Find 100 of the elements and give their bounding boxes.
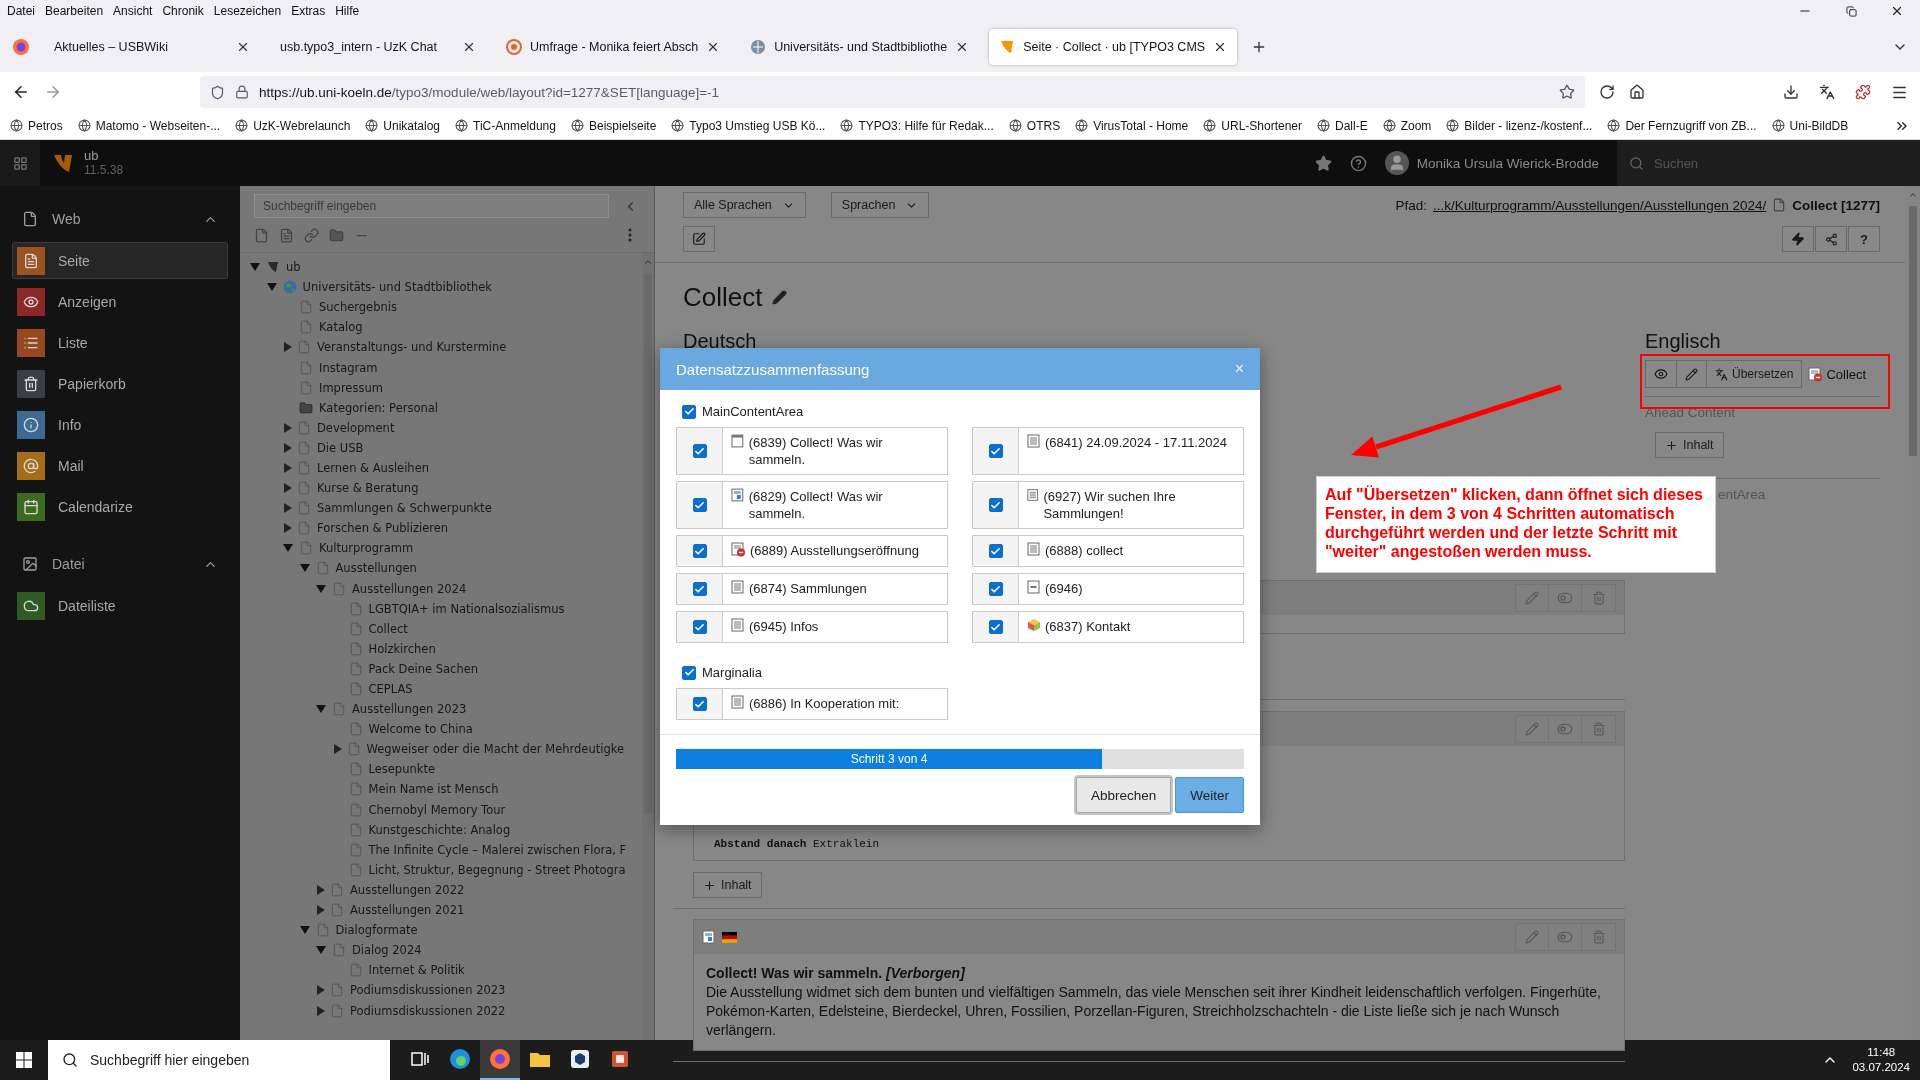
languages-dropdown[interactable]: Sprachen bbox=[830, 192, 930, 218]
app-grid-button[interactable] bbox=[0, 140, 40, 186]
tree-item[interactable]: Dialogformate bbox=[335, 923, 418, 938]
clear-cache-button[interactable] bbox=[1782, 226, 1814, 252]
home-icon[interactable] bbox=[1629, 84, 1645, 100]
tree-item[interactable]: LGBTQIA+ im Nationalsozialismus bbox=[368, 601, 565, 616]
module-item[interactable]: Calendarize bbox=[12, 488, 228, 525]
bookmark[interactable]: Bilder - lizenz-/kostenf... bbox=[1446, 118, 1593, 133]
avatar[interactable] bbox=[1384, 151, 1409, 175]
bookmark[interactable]: Matomo - Webseiten-... bbox=[77, 118, 221, 133]
collapse-toggle[interactable] bbox=[283, 544, 293, 553]
browser-logo-icon[interactable] bbox=[12, 38, 30, 56]
checkbox[interactable] bbox=[988, 544, 1003, 558]
checkbox[interactable] bbox=[692, 620, 707, 634]
bookmark[interactable]: TiC-Anmeldung bbox=[455, 118, 556, 133]
tree-item[interactable]: Ausstellungen 2024 bbox=[352, 581, 467, 596]
tree-item[interactable]: CEPLAS bbox=[368, 682, 413, 696]
tree-item[interactable]: Ausstellungen 2023 bbox=[352, 702, 467, 717]
new-page-icon[interactable] bbox=[254, 227, 269, 243]
bookmark[interactable]: Unikatalog bbox=[365, 118, 441, 133]
collapse-toggle[interactable] bbox=[299, 564, 310, 573]
tab-close-button[interactable] bbox=[236, 40, 250, 54]
back-icon[interactable] bbox=[12, 83, 30, 101]
tree-item[interactable]: Development bbox=[317, 420, 395, 435]
bookmark[interactable]: VirusTotal - Home bbox=[1075, 118, 1189, 133]
menu-item[interactable]: Hilfe bbox=[330, 4, 365, 18]
tree-item[interactable]: Veranstaltungs- und Kurstermine bbox=[317, 340, 507, 355]
browser-tab[interactable]: Universitäts- und Stadtbibliothe bbox=[740, 29, 980, 65]
extension-icon[interactable] bbox=[1855, 84, 1871, 100]
browser-tab[interactable]: Aktuelles – USBWiki bbox=[44, 29, 260, 65]
share-button[interactable] bbox=[1815, 226, 1847, 252]
checkbox[interactable] bbox=[692, 544, 707, 558]
tree-item[interactable]: Podiumsdiskussionen 2023 bbox=[350, 983, 506, 998]
tree-item[interactable]: Impressum bbox=[319, 380, 383, 395]
expand-toggle[interactable] bbox=[284, 523, 292, 534]
bookmark[interactable]: UzK-Webrelaunch bbox=[235, 118, 351, 133]
bookmark[interactable]: Petros bbox=[10, 118, 63, 133]
expand-toggle[interactable] bbox=[284, 483, 292, 494]
translate-icon[interactable] bbox=[1819, 84, 1835, 100]
tree-item[interactable]: Dialog 2024 bbox=[352, 943, 422, 958]
breadcrumb-link[interactable]: ...k/Kulturprogramm/Ausstellungen/Ausstellungen 2024/ bbox=[1433, 197, 1767, 213]
expand-toggle[interactable] bbox=[284, 463, 292, 473]
help-icon[interactable] bbox=[1349, 154, 1367, 172]
bookmark-star-icon[interactable] bbox=[1559, 84, 1575, 100]
module-item[interactable]: Anzeigen bbox=[12, 283, 228, 320]
tree-item[interactable]: Ausstellungen 2022 bbox=[350, 882, 465, 897]
expand-toggle[interactable] bbox=[317, 1005, 325, 1016]
tab-close-button[interactable] bbox=[462, 40, 476, 54]
checkbox[interactable] bbox=[988, 498, 1003, 512]
menu-item[interactable]: Datei bbox=[2, 4, 40, 18]
tree-item[interactable]: Kategorien: Personal bbox=[319, 400, 438, 415]
checkbox[interactable] bbox=[692, 444, 707, 458]
tree-item[interactable]: Kulturprogramm bbox=[319, 541, 414, 556]
tree-item[interactable]: Die USB bbox=[317, 440, 364, 455]
cancel-button[interactable]: Abbrechen bbox=[1075, 777, 1172, 813]
bookmark[interactable]: Beispielseite bbox=[570, 118, 657, 133]
tree-item[interactable]: Mein Name ist Mensch bbox=[368, 782, 499, 797]
bookmark[interactable]: Der Fernzugriff von ZB... bbox=[1607, 118, 1757, 133]
tree-item[interactable]: Kurse & Beratung bbox=[317, 481, 419, 496]
collapse-toggle[interactable] bbox=[316, 584, 326, 593]
bookmark[interactable]: Uni-BildDB bbox=[1771, 118, 1849, 133]
tree-item[interactable]: Instagram bbox=[319, 360, 378, 375]
module-item[interactable]: Info bbox=[12, 406, 228, 443]
edit-page-button[interactable] bbox=[683, 226, 715, 252]
expand-toggle[interactable] bbox=[284, 342, 292, 353]
next-button[interactable]: Weiter bbox=[1175, 777, 1244, 813]
module-item[interactable]: Mail bbox=[12, 447, 228, 484]
shortcut-page-icon[interactable] bbox=[279, 227, 294, 243]
collapse-toggle[interactable] bbox=[266, 283, 277, 292]
collapse-toggle[interactable] bbox=[316, 705, 326, 714]
menu-item[interactable]: Chronik bbox=[157, 4, 209, 18]
scrollbar[interactable] bbox=[642, 253, 654, 1040]
module-item[interactable]: Dateiliste bbox=[12, 587, 228, 624]
download-icon[interactable] bbox=[1783, 84, 1799, 100]
tree-item[interactable]: Sammlungen & Schwerpunkte bbox=[317, 501, 492, 516]
module-group[interactable]: Datei bbox=[0, 543, 240, 585]
pencil-icon[interactable] bbox=[772, 289, 788, 305]
tree-item[interactable]: Forschen & Publizieren bbox=[317, 521, 449, 536]
browser-icon[interactable] bbox=[480, 1040, 520, 1080]
collapse-toggle[interactable] bbox=[299, 926, 310, 935]
bookmark-icon[interactable] bbox=[1314, 154, 1332, 172]
clock[interactable]: 11:48 03.07.2024 bbox=[1852, 1045, 1910, 1075]
add-content-button[interactable]: Inhalt bbox=[693, 872, 762, 898]
user-name[interactable]: Monika Ursula Wierick-Brodde bbox=[1416, 155, 1599, 171]
module-item[interactable]: Papierkorb bbox=[12, 365, 228, 402]
expand-toggle[interactable] bbox=[284, 442, 292, 453]
tree-item[interactable]: Suchergebnis bbox=[319, 300, 397, 315]
expand-toggle[interactable] bbox=[317, 884, 325, 895]
bookmark[interactable]: Dall-E bbox=[1317, 118, 1368, 133]
checkbox[interactable] bbox=[988, 620, 1003, 634]
help-button[interactable]: ? bbox=[1848, 226, 1880, 252]
scrollbar-thumb[interactable] bbox=[1908, 206, 1917, 456]
tree-item[interactable]: Collect bbox=[368, 621, 408, 636]
tree-item[interactable]: Holzkirchen bbox=[368, 641, 436, 656]
tree-item[interactable]: Podiumsdiskussionen 2022 bbox=[350, 1003, 506, 1018]
tree-item[interactable]: Licht, Struktur, Begegnung - Street Photogra bbox=[368, 862, 626, 877]
tree-item[interactable]: Ausstellungen bbox=[335, 561, 417, 576]
forward-icon[interactable] bbox=[44, 83, 62, 101]
collapse-toggle[interactable] bbox=[250, 263, 260, 272]
menu-item[interactable]: Lesezeichen bbox=[208, 4, 287, 18]
